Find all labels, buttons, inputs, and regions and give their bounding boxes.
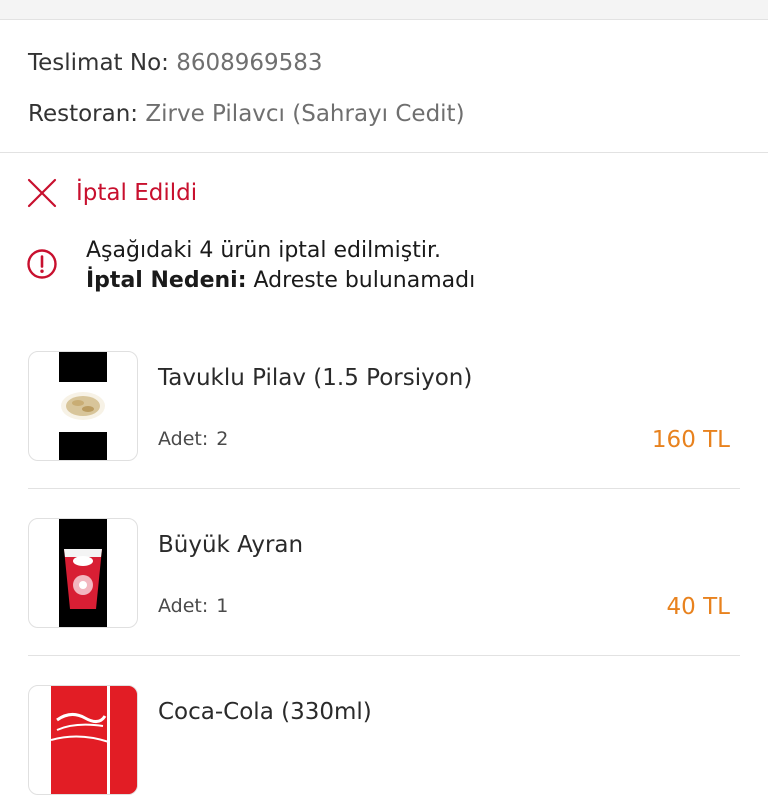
restaurant-row: Restoran: Zirve Pilavcı (Sahrayı Cedit) xyxy=(28,101,465,127)
item-price: 40 TL xyxy=(666,594,730,620)
order-item[interactable]: Büyük Ayran Adet: 1 40 TL xyxy=(28,518,740,630)
delivery-number-row: Teslimat No: 8608969583 xyxy=(28,50,323,76)
restaurant-label: Restoran: xyxy=(28,101,139,127)
restaurant-value: Zirve Pilavcı (Sahrayı Cedit) xyxy=(145,101,465,127)
cancel-reason-label: İptal Nedeni: xyxy=(86,268,247,293)
delivery-number-label: Teslimat No: xyxy=(28,50,169,76)
item-name: Büyük Ayran xyxy=(158,532,304,558)
item-photo xyxy=(59,352,107,460)
item-photo xyxy=(50,686,137,794)
cancel-reason: İptal Nedeni: Adreste bulunamadı xyxy=(86,266,646,296)
item-divider xyxy=(28,488,740,489)
order-item[interactable]: Coca-Cola (330ml) xyxy=(28,685,740,797)
item-divider xyxy=(28,655,740,656)
quantity-label: Adet: xyxy=(158,595,209,617)
section-divider xyxy=(0,152,768,153)
item-quantity: Adet: 1 xyxy=(158,595,228,617)
delivery-number-value: 8608969583 xyxy=(176,50,323,76)
top-bar xyxy=(0,0,768,20)
order-item[interactable]: Tavuklu Pilav (1.5 Porsiyon) Adet: 2 160 … xyxy=(28,351,740,463)
item-price: 160 TL xyxy=(651,427,730,453)
close-icon xyxy=(27,178,57,208)
quantity-value: 1 xyxy=(216,595,229,617)
quantity-value: 2 xyxy=(216,428,229,450)
info-circle-icon xyxy=(27,249,57,279)
quantity-label: Adet: xyxy=(158,428,209,450)
item-thumbnail xyxy=(28,351,138,461)
item-name: Coca-Cola (330ml) xyxy=(158,699,372,725)
item-thumbnail xyxy=(28,685,138,795)
cancel-status: İptal Edildi xyxy=(26,175,197,211)
item-name: Tavuklu Pilav (1.5 Porsiyon) xyxy=(158,365,473,391)
notice-text: Aşağıdaki 4 ürün iptal edilmiştir. İptal… xyxy=(86,236,646,296)
item-thumbnail xyxy=(28,518,138,628)
item-quantity: Adet: 2 xyxy=(158,428,228,450)
item-photo xyxy=(59,519,107,627)
notice-line: Aşağıdaki 4 ürün iptal edilmiştir. xyxy=(86,238,441,263)
cancel-reason-value: Adreste bulunamadı xyxy=(253,268,476,293)
cancel-status-label: İptal Edildi xyxy=(76,180,198,206)
